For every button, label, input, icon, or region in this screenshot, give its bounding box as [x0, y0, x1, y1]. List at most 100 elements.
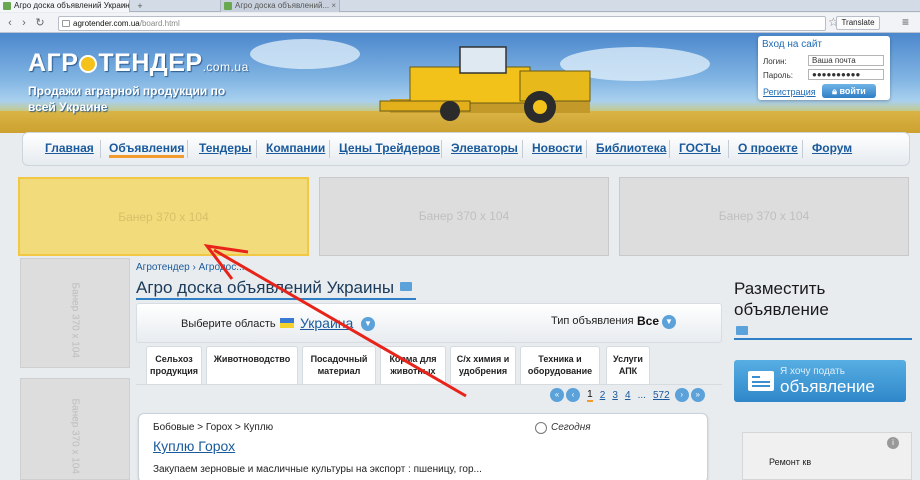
register-link[interactable]: Регистрация	[763, 87, 816, 97]
login-label: Логин:	[763, 57, 787, 66]
chevron-down-icon[interactable]: ▼	[662, 315, 676, 329]
tab-inactive[interactable]: Агро доска объявлений... ×	[220, 0, 340, 12]
nav-forum[interactable]: Форум	[812, 141, 852, 155]
chevron-down-icon[interactable]: ▼	[361, 317, 375, 331]
nav-separator	[329, 140, 330, 158]
nav-gosts[interactable]: ГОСТы	[679, 141, 721, 155]
side-banner-2[interactable]: Банер 370 x 104	[20, 378, 130, 480]
nav-ads[interactable]: Объявления	[109, 141, 185, 158]
nav-library[interactable]: Библиотека	[596, 141, 666, 155]
ad-info-icon[interactable]: i	[887, 437, 899, 449]
tab-active[interactable]: Агро доска объявлений Украины на А... ×	[0, 0, 130, 12]
site-tagline: Продажи аграрной продукции по всей Украи…	[28, 84, 226, 114]
login-button-label: войти	[839, 86, 866, 96]
category-line: оборудование	[527, 366, 593, 376]
banner-slot-2[interactable]: Банер 370 x 104	[319, 177, 609, 256]
cloud-decoration	[250, 39, 360, 69]
forward-icon[interactable]: ›	[18, 16, 30, 30]
reload-icon[interactable]: ↻	[34, 16, 46, 30]
side-banner-1[interactable]: Банер 370 x 104	[20, 258, 130, 368]
category-tab-feed[interactable]: Корма для животных	[380, 346, 446, 384]
listing-card[interactable]: Бобовые > Горох > Куплю Сегодня Куплю Го…	[138, 413, 708, 480]
page-link[interactable]: 3	[612, 390, 618, 401]
new-tab-button[interactable]: +	[133, 1, 147, 11]
nav-separator	[728, 140, 729, 158]
page-link[interactable]: 572	[653, 390, 670, 401]
banner-slot-1[interactable]: Банер 370 x 104	[18, 177, 309, 256]
nav-separator	[522, 140, 523, 158]
page-icon	[62, 20, 70, 27]
region-select[interactable]: Украина	[300, 315, 353, 331]
category-tab-agro[interactable]: Сельхоз продукция	[146, 346, 202, 384]
logo-text-left: АГР	[28, 49, 79, 77]
category-line: удобрения	[458, 366, 508, 376]
translate-button[interactable]: Translate	[836, 16, 880, 30]
breadcrumb[interactable]: Агротендер › Агродос...	[136, 262, 245, 273]
listing-date: Сегодня	[551, 422, 591, 433]
listing-title[interactable]: Куплю Горох	[153, 438, 235, 454]
category-tab-chemicals[interactable]: С/х химия и удобрения	[450, 346, 516, 384]
lock-icon: 🔒︎	[832, 86, 837, 96]
post-ad-button[interactable]: Я хочу подать объявление	[734, 360, 906, 402]
address-bar: ‹ › ↻ agrotender.com.ua/board.html ☆ Tra…	[0, 13, 920, 33]
last-page-icon[interactable]: »	[690, 388, 705, 402]
clock-icon	[535, 422, 547, 434]
prev-page-icon[interactable]: ‹	[566, 388, 580, 402]
side-banner-label: Банер 370 x 104	[69, 282, 81, 358]
nav-elevators[interactable]: Элеваторы	[451, 141, 518, 155]
tab-title: Агро доска объявлений...	[235, 1, 330, 10]
url-path: /board.html	[139, 19, 180, 28]
category-line: Сельхоз	[155, 354, 193, 364]
nav-trader-prices[interactable]: Цены Трейдеров	[339, 141, 440, 155]
advertisement-box[interactable]: i Ремонт кв	[742, 432, 912, 480]
url-host: agrotender.com.ua	[73, 19, 140, 28]
category-tab-machinery[interactable]: Техника и оборудование	[520, 346, 600, 384]
nav-companies[interactable]: Компании	[266, 141, 325, 155]
login-button[interactable]: 🔒︎ войти	[822, 84, 876, 98]
logo-sun-icon	[79, 55, 98, 73]
tab-title: Агро доска объявлений Украины на А...	[14, 1, 130, 10]
region-label: Выберите область	[181, 318, 276, 330]
heading-underline	[734, 338, 912, 340]
category-tab-livestock[interactable]: Животноводство	[206, 346, 298, 384]
login-input[interactable]: Ваша почта	[808, 55, 884, 66]
post-ad-heading: Разместить объявление	[734, 279, 829, 319]
nav-separator	[441, 140, 442, 158]
site-logo[interactable]: АГР ТЕНДЕР.com.ua	[28, 49, 249, 78]
category-line: Животноводство	[213, 354, 291, 364]
category-tab-services[interactable]: Услуги АПК	[606, 346, 650, 384]
category-line: Услуги	[613, 354, 643, 364]
page-link[interactable]: 2	[600, 390, 606, 401]
password-label: Пароль:	[763, 71, 793, 80]
post-ad-subtitle: Я хочу подать	[780, 366, 845, 377]
category-line: продукция	[150, 366, 198, 376]
ad-type-label: Тип объявления	[551, 315, 634, 327]
nav-home[interactable]: Главная	[45, 141, 94, 155]
nav-news[interactable]: Новости	[532, 141, 582, 155]
close-tab-icon[interactable]: ×	[121, 0, 126, 12]
page-link[interactable]: 1	[587, 389, 593, 402]
banner-slot-3[interactable]: Банер 370 x 104	[619, 177, 909, 256]
password-input[interactable]: ●●●●●●●●●●	[808, 69, 884, 80]
pagination: «‹ 1 2 3 4 ... 572 ›»	[550, 388, 707, 404]
side-banner-label: Банер 370 x 104	[69, 398, 81, 474]
close-tab-icon[interactable]: ×	[331, 0, 336, 12]
category-tab-planting[interactable]: Посадочный материал	[302, 346, 376, 384]
nav-tenders[interactable]: Тендеры	[199, 141, 252, 155]
nav-separator	[100, 140, 101, 158]
page-link[interactable]: 4	[625, 390, 631, 401]
page-title-text: Агро доска объявлений Украины	[136, 278, 395, 297]
next-page-icon[interactable]: ›	[674, 388, 689, 402]
category-line: материал	[317, 366, 361, 376]
first-page-icon[interactable]: «	[550, 388, 564, 402]
nav-separator	[187, 140, 188, 158]
add-ad-icon	[736, 326, 748, 335]
back-icon[interactable]: ‹	[4, 16, 16, 30]
url-input[interactable]: agrotender.com.ua/board.html	[58, 16, 826, 31]
nav-separator	[669, 140, 670, 158]
browser-menu-icon[interactable]: ≡	[902, 15, 909, 29]
ad-type-select[interactable]: Все	[637, 314, 659, 328]
ad-label: Ремонт кв	[769, 457, 812, 467]
nav-separator	[802, 140, 803, 158]
nav-about[interactable]: О проекте	[738, 141, 798, 155]
